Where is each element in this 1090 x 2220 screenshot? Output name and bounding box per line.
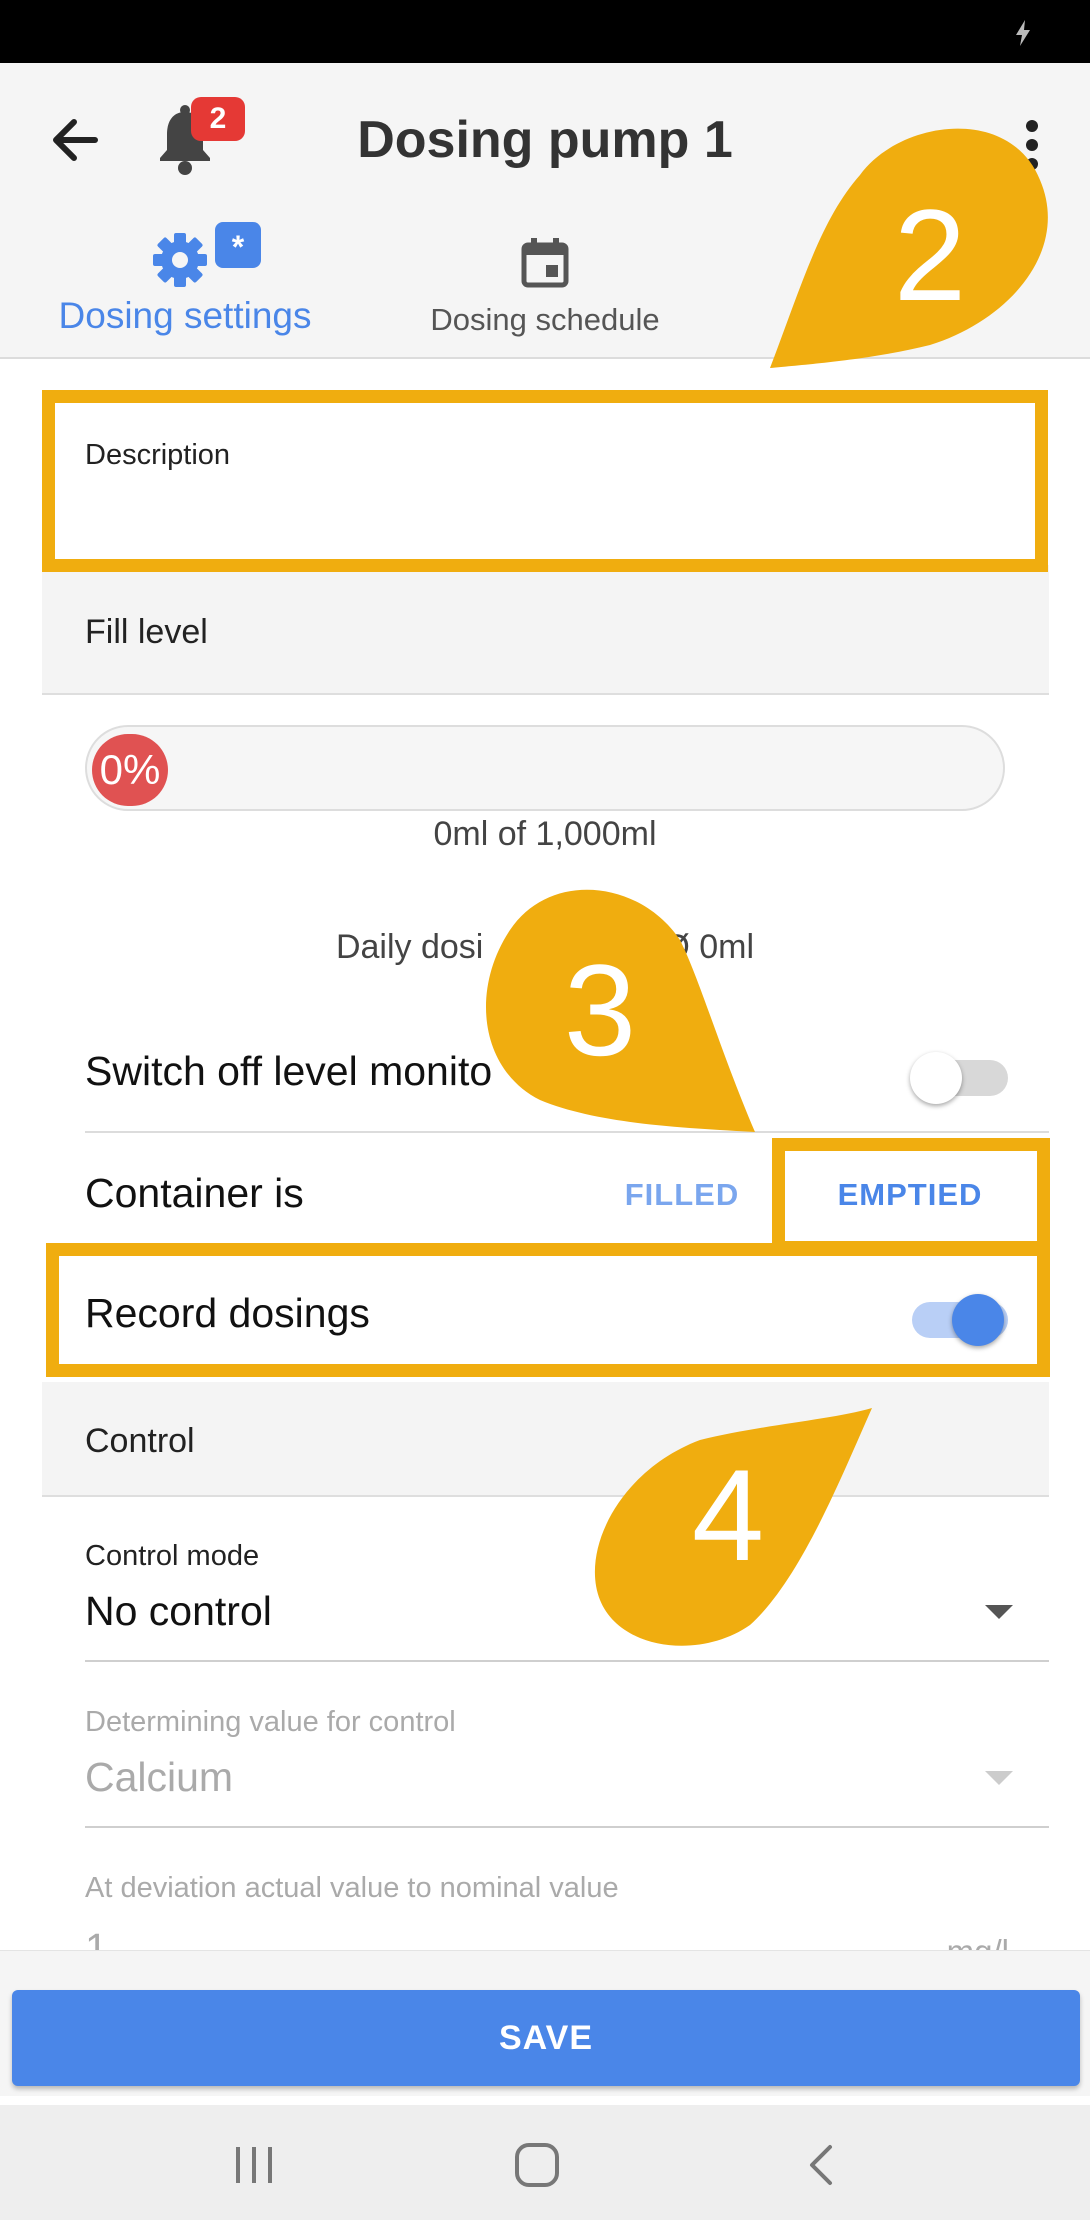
annotation-marker-4: 4 xyxy=(594,1408,872,1646)
annotation-number: 2 xyxy=(894,182,966,328)
annotation-number: 4 xyxy=(692,1442,764,1588)
annotation-layer: 2 3 4 xyxy=(486,128,1048,1646)
annotation-marker-3: 3 xyxy=(486,889,755,1132)
annotation-number: 3 xyxy=(564,937,636,1083)
annotation-marker-2: 2 xyxy=(770,128,1048,368)
